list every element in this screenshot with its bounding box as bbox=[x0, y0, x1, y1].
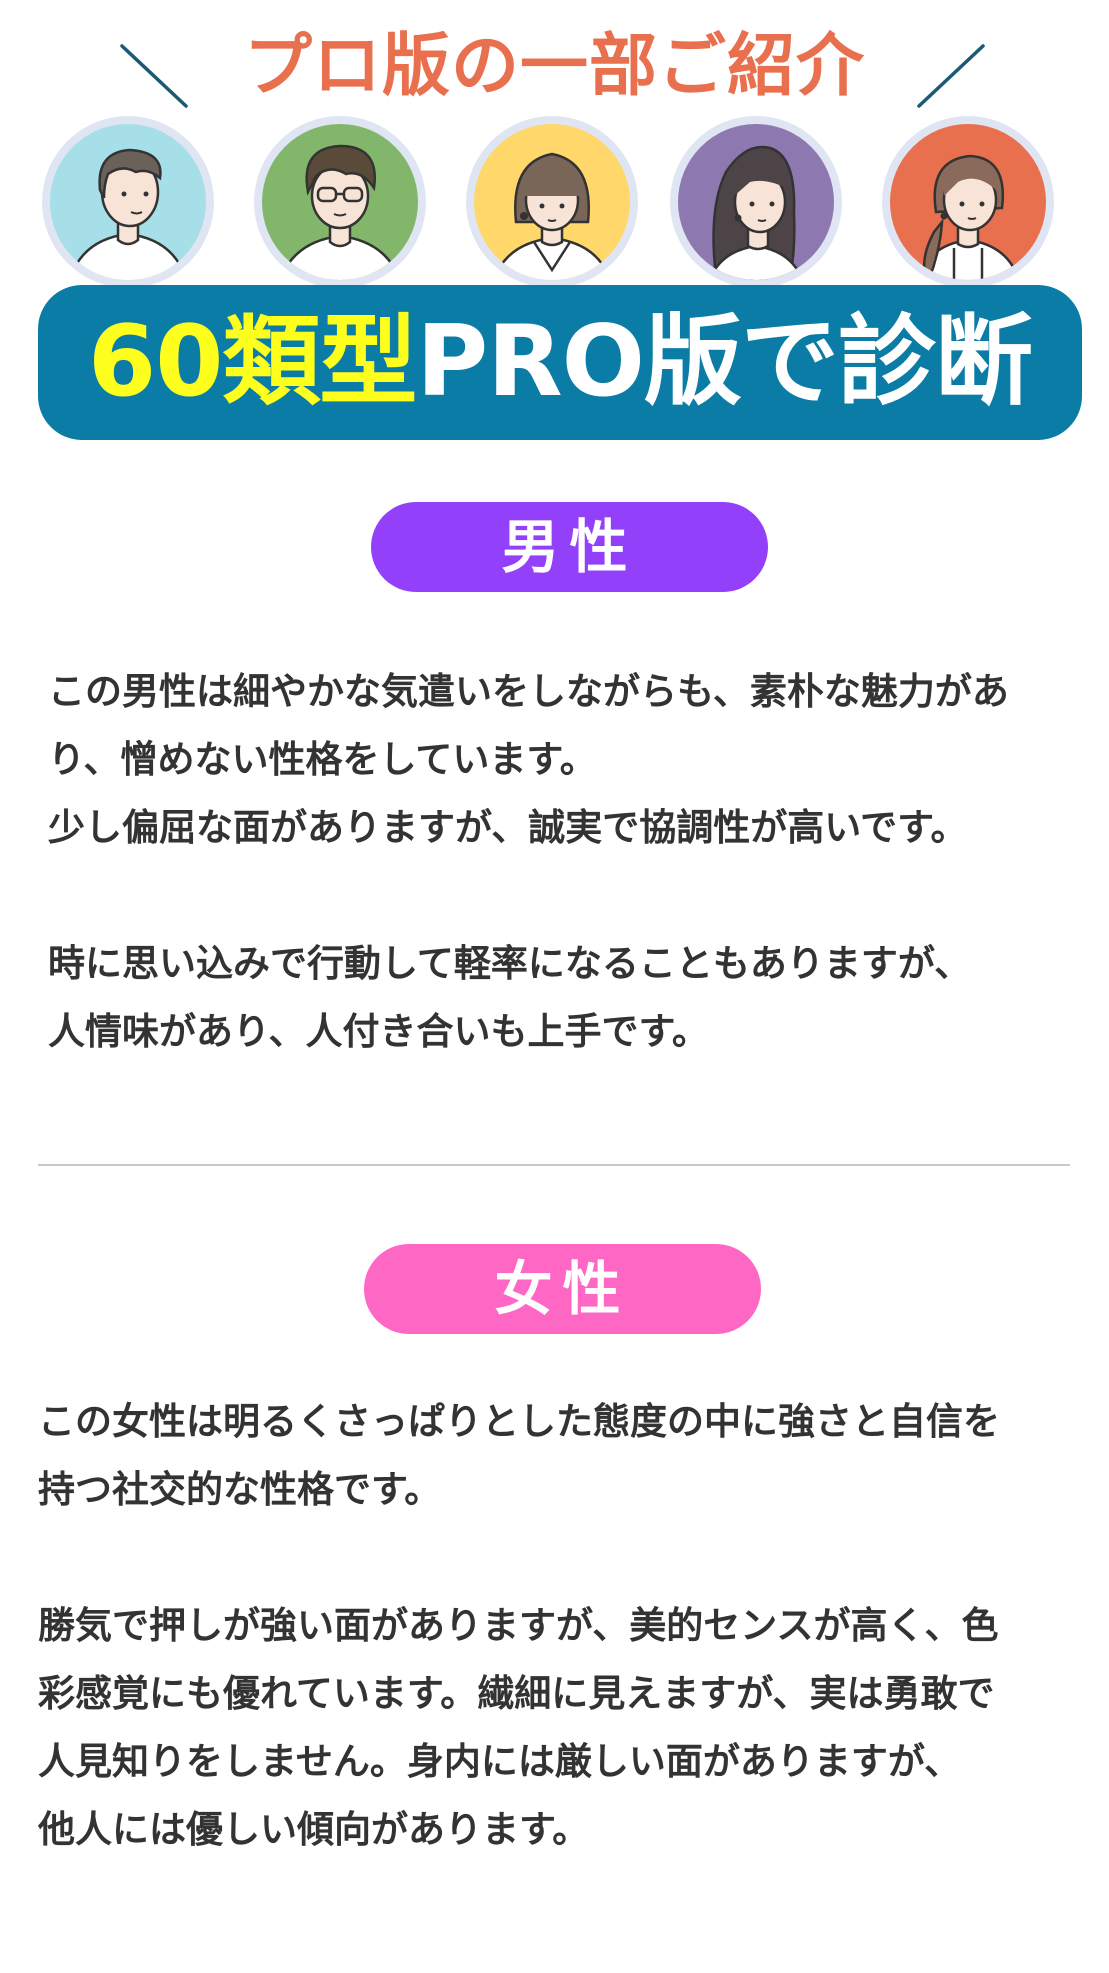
male-label-pill: 男性 bbox=[371, 502, 768, 592]
male-avatar-2 bbox=[250, 112, 430, 292]
section-header: プロ版の一部ご紹介 bbox=[0, 0, 1109, 120]
male-description-2: 時に思い込みで行動して軽率になることもありますが、 人情味があり、人付き合いも上… bbox=[48, 930, 1088, 1066]
female-avatar-1 bbox=[462, 112, 642, 292]
text-line: り、憎めない性格をしています。 bbox=[48, 738, 597, 781]
text-line: この男性は細やかな気遣いをしながらも、素朴な魅力があ bbox=[48, 670, 1009, 713]
text-line: 人情味があり、人付き合いも上手です。 bbox=[48, 1010, 709, 1053]
male-description-1: この男性は細やかな気遣いをしながらも、素朴な魅力があ り、憎めない性格をしていま… bbox=[48, 658, 1088, 862]
section-divider bbox=[38, 1164, 1070, 1166]
banner-highlight: 60類型 bbox=[88, 305, 417, 419]
avatar-row bbox=[0, 112, 1109, 302]
text-line: 持つ社交的な性格です。 bbox=[38, 1468, 442, 1511]
text-line: 他人には優しい傾向があります。 bbox=[38, 1808, 590, 1851]
pro-banner: 60類型PRO版で診断 bbox=[38, 285, 1082, 440]
text-line: この女性は明るくさっぱりとした態度の中に強さと自信を bbox=[38, 1400, 1000, 1443]
text-line: 少し偏屈な面がありますが、誠実で協調性が高いです。 bbox=[48, 806, 968, 849]
pro-banner-text: 60類型PRO版で診断 bbox=[38, 285, 1082, 440]
text-line: 人見知りをしません。身内には厳しい面がありますが、 bbox=[38, 1740, 962, 1783]
banner-rest: PRO版で診断 bbox=[416, 305, 1033, 419]
female-avatar-2 bbox=[666, 112, 846, 292]
text-line: 時に思い込みで行動して軽率になることもありますが、 bbox=[48, 942, 972, 985]
male-avatar-1 bbox=[38, 112, 218, 292]
female-avatar-3 bbox=[878, 112, 1058, 292]
female-description-1: この女性は明るくさっぱりとした態度の中に強さと自信を 持つ社交的な性格です。 bbox=[38, 1388, 1078, 1524]
female-label-pill: 女性 bbox=[364, 1244, 761, 1334]
right-slash-decoration bbox=[917, 44, 985, 108]
text-line: 勝気で押しが強い面がありますが、美的センスが高く、色 bbox=[38, 1604, 999, 1647]
female-description-2: 勝気で押しが強い面がありますが、美的センスが高く、色 彩感覚にも優れています。繊… bbox=[38, 1592, 1078, 1864]
text-line: 彩感覚にも優れています。繊細に見えますが、実は勇敢で bbox=[38, 1672, 995, 1715]
